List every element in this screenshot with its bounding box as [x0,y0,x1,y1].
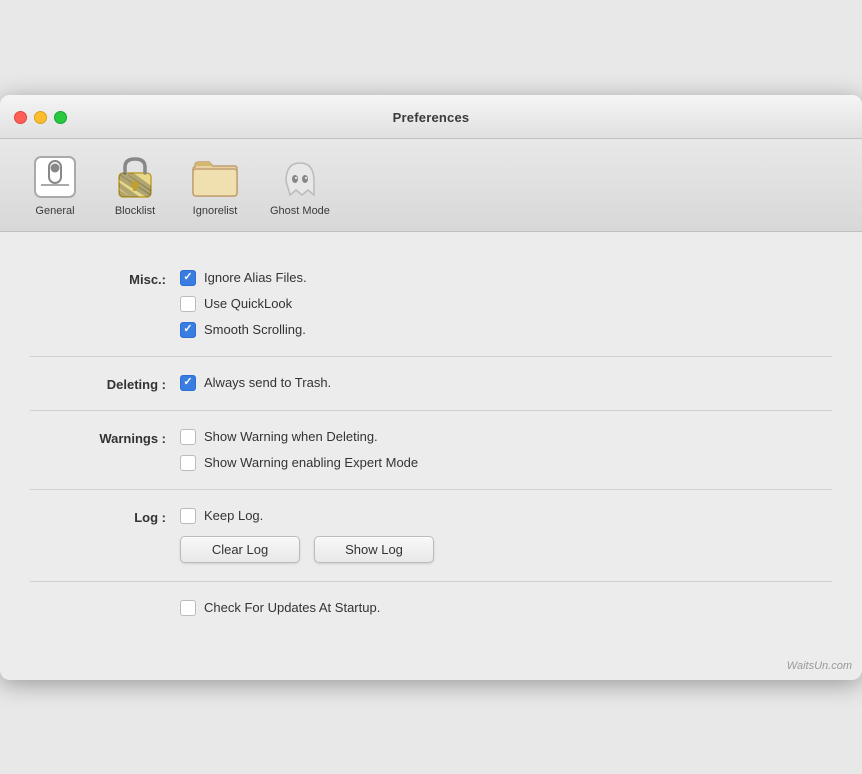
use-quicklook-checkbox[interactable] [180,296,196,312]
warn-expert-mode-row: Show Warning enabling Expert Mode [180,455,832,471]
show-log-button[interactable]: Show Log [314,536,434,563]
use-quicklook-row: Use QuickLook [180,296,832,312]
log-options: Keep Log. Clear Log Show Log [180,508,832,563]
tab-general-label: General [35,205,74,217]
check-updates-checkbox[interactable] [180,600,196,616]
keep-log-checkbox[interactable] [180,508,196,524]
watermark: WaitsUn.com [0,654,862,680]
warn-deleting-row: Show Warning when Deleting. [180,429,832,445]
log-label: Log : [30,508,180,525]
toolbar: General [0,139,862,232]
updates-section: Check For Updates At Startup. [30,582,832,634]
tab-blocklist-label: Blocklist [115,205,155,217]
send-to-trash-label[interactable]: Always send to Trash. [204,375,331,390]
tab-ghost-mode[interactable]: Ghost Mode [260,149,340,221]
warn-expert-mode-label[interactable]: Show Warning enabling Expert Mode [204,455,418,470]
misc-label: Misc.: [30,270,180,287]
preferences-window: Preferences General [0,95,862,680]
use-quicklook-label[interactable]: Use QuickLook [204,296,292,311]
warn-expert-mode-checkbox[interactable] [180,455,196,471]
ignore-alias-row: Ignore Alias Files. [180,270,832,286]
keep-log-row: Keep Log. [180,508,832,524]
ignore-alias-label[interactable]: Ignore Alias Files. [204,270,307,285]
misc-section: Misc.: Ignore Alias Files. Use QuickLook… [30,252,832,357]
smooth-scrolling-label[interactable]: Smooth Scrolling. [204,322,306,337]
tab-ignorelist[interactable]: Ignorelist [180,149,250,221]
check-updates-row: Check For Updates At Startup. [180,600,832,616]
general-icon [31,153,79,201]
updates-label [30,600,180,602]
keep-log-label[interactable]: Keep Log. [204,508,263,523]
warnings-label: Warnings : [30,429,180,446]
deleting-label: Deleting : [30,375,180,392]
deleting-section: Deleting : Always send to Trash. [30,357,832,411]
smooth-scrolling-row: Smooth Scrolling. [180,322,832,338]
smooth-scrolling-checkbox[interactable] [180,322,196,338]
tab-ignorelist-label: Ignorelist [193,205,238,217]
maximize-button[interactable] [54,111,67,124]
ghost-icon [276,153,324,201]
titlebar: Preferences [0,95,862,139]
clear-log-button[interactable]: Clear Log [180,536,300,563]
minimize-button[interactable] [34,111,47,124]
ignore-alias-checkbox[interactable] [180,270,196,286]
log-buttons: Clear Log Show Log [180,536,832,563]
send-to-trash-row: Always send to Trash. [180,375,832,391]
warn-deleting-label[interactable]: Show Warning when Deleting. [204,429,378,444]
updates-options: Check For Updates At Startup. [180,600,832,616]
ignorelist-icon [191,153,239,201]
warnings-section: Warnings : Show Warning when Deleting. S… [30,411,832,490]
log-section: Log : Keep Log. Clear Log Show Log [30,490,832,582]
tab-general[interactable]: General [20,149,90,221]
check-updates-label[interactable]: Check For Updates At Startup. [204,600,380,615]
tab-ghost-mode-label: Ghost Mode [270,205,330,217]
deleting-options: Always send to Trash. [180,375,832,391]
send-to-trash-checkbox[interactable] [180,375,196,391]
window-title: Preferences [393,110,470,125]
misc-options: Ignore Alias Files. Use QuickLook Smooth… [180,270,832,338]
content-area: Misc.: Ignore Alias Files. Use QuickLook… [0,232,862,654]
close-button[interactable] [14,111,27,124]
warnings-options: Show Warning when Deleting. Show Warning… [180,429,832,471]
warn-deleting-checkbox[interactable] [180,429,196,445]
traffic-lights [14,111,67,124]
tab-blocklist[interactable]: Blocklist [100,149,170,221]
blocklist-icon [111,153,159,201]
